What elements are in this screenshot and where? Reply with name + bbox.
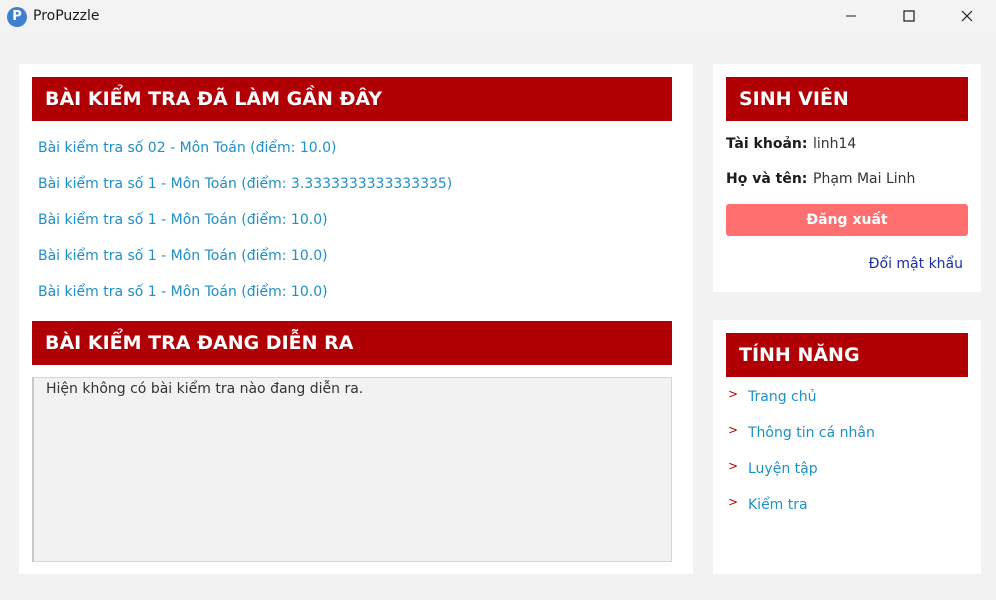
recent-test-link[interactable]: Bài kiểm tra số 1 - Môn Toán (điểm: 3.33… [38, 176, 452, 192]
feature-item-home[interactable]: > Trang chủ [726, 387, 968, 409]
feature-item-label: Trang chủ [748, 389, 817, 405]
feature-item-label: Thông tin cá nhân [748, 425, 875, 441]
feature-item-label: Luyện tập [748, 461, 818, 477]
full-name-value: Phạm Mai Linh [813, 171, 916, 187]
features-header: TÍNH NĂNG [726, 333, 968, 377]
feature-item-profile[interactable]: > Thông tin cá nhân [726, 423, 968, 445]
ongoing-empty-message: Hiện không có bài kiểm tra nào đang diễn… [46, 381, 364, 397]
app-logo-icon: P [7, 7, 27, 27]
change-password-link[interactable]: Đổi mật khẩu [869, 256, 963, 272]
recent-test-link[interactable]: Bài kiểm tra số 02 - Môn Toán (điểm: 10.… [38, 140, 336, 156]
chevron-right-icon: > [728, 387, 739, 401]
feature-item-test[interactable]: > Kiểm tra [726, 495, 968, 517]
feature-item-label: Kiểm tra [748, 497, 808, 513]
recent-tests-header: BÀI KIỂM TRA ĐÃ LÀM GẦN ĐÂY [32, 77, 672, 121]
recent-test-link[interactable]: Bài kiểm tra số 1 - Môn Toán (điểm: 10.0… [38, 284, 328, 300]
close-icon [961, 10, 973, 22]
close-button[interactable] [938, 0, 996, 32]
feature-item-practice[interactable]: > Luyện tập [726, 459, 968, 481]
chevron-right-icon: > [728, 423, 739, 437]
account-label: Tài khoản: [726, 136, 808, 152]
chevron-right-icon: > [728, 495, 739, 509]
logout-button[interactable]: Đăng xuất [726, 204, 968, 236]
student-header: SINH VIÊN [726, 77, 968, 121]
maximize-icon [903, 10, 915, 22]
title-bar: P ProPuzzle [0, 0, 996, 34]
minimize-button[interactable] [822, 0, 880, 32]
window-title: ProPuzzle [33, 8, 100, 24]
maximize-button[interactable] [880, 0, 938, 32]
ongoing-tests-header: BÀI KIỂM TRA ĐANG DIỄN RA [32, 321, 672, 365]
ongoing-tests-list[interactable]: Hiện không có bài kiểm tra nào đang diễn… [32, 377, 672, 562]
minimize-icon [846, 15, 856, 17]
full-name-label: Họ và tên: [726, 171, 808, 187]
account-value: linh14 [813, 136, 857, 152]
recent-test-link[interactable]: Bài kiểm tra số 1 - Môn Toán (điểm: 10.0… [38, 248, 328, 264]
recent-test-link[interactable]: Bài kiểm tra số 1 - Môn Toán (điểm: 10.0… [38, 212, 328, 228]
chevron-right-icon: > [728, 459, 739, 473]
